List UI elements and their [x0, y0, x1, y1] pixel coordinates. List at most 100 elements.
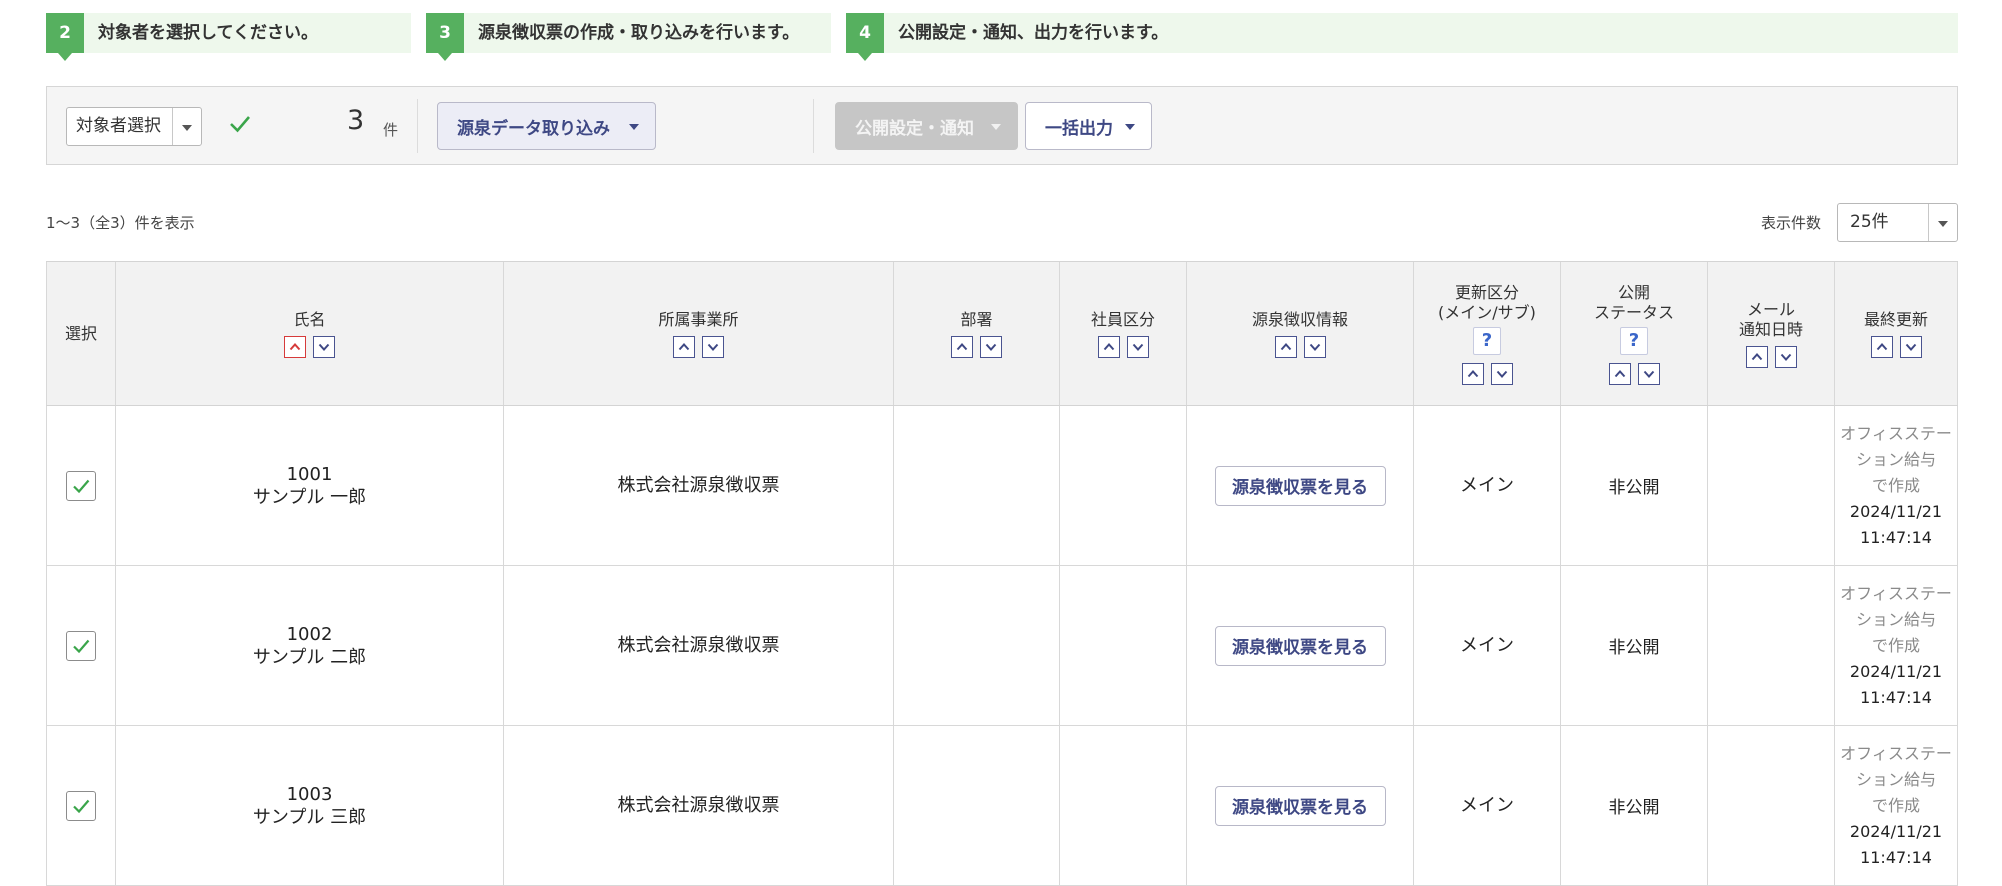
col-pub-status: 公開 ステータス ? — [1560, 262, 1707, 405]
sort-desc-button[interactable] — [1126, 335, 1149, 358]
chevron-down-icon — [1132, 343, 1143, 351]
emp-type-cell — [1059, 726, 1186, 885]
col-update-type: 更新区分 (メイン/サブ) ? — [1413, 262, 1560, 405]
import-data-button[interactable]: 源泉データ取り込み — [437, 102, 656, 150]
per-page-value: 25件 — [1850, 212, 1889, 232]
withholding-cell: 源泉徴収票を見る — [1186, 566, 1413, 725]
col-last-update-label: 最終更新 — [1863, 309, 1928, 329]
per-page-label: 表示件数 — [1761, 214, 1822, 232]
view-withholding-button[interactable]: 源泉徴収票を見る — [1214, 625, 1386, 666]
check-icon — [73, 479, 90, 493]
dept-cell — [893, 726, 1059, 885]
office-cell: 株式会社源泉徴収票 — [503, 406, 893, 565]
last-update-time: 11:47:14 — [1860, 687, 1932, 707]
sort-asc-button[interactable] — [1608, 362, 1631, 385]
update-type-cell: メイン — [1413, 406, 1560, 565]
status-cell: 非公開 — [1560, 726, 1707, 885]
dropdown-caret[interactable] — [172, 108, 201, 145]
col-select-label: 選択 — [64, 323, 97, 343]
chevron-down-icon — [1905, 343, 1916, 351]
bulk-export-button[interactable]: 一括出力 — [1025, 102, 1152, 150]
sort-asc-button[interactable] — [1274, 335, 1297, 358]
chevron-up-icon — [1614, 369, 1625, 377]
chevron-down-icon — [1643, 370, 1654, 378]
withholding-cell: 源泉徴収票を見る — [1186, 406, 1413, 565]
sort-asc-button[interactable] — [1461, 362, 1484, 385]
row-checkbox[interactable] — [66, 470, 96, 501]
sort-desc-button[interactable] — [702, 335, 724, 358]
office-name: 株式会社源泉徴収票 — [617, 475, 780, 496]
sort-desc-button[interactable] — [1490, 362, 1513, 385]
sort-desc-button[interactable] — [1637, 362, 1660, 385]
employee-id: 1003 — [286, 783, 333, 805]
sort-asc-button[interactable] — [1745, 345, 1768, 368]
table-row: 1002 サンプル 二郎 株式会社源泉徴収票 源泉徴収票を見る メイン 非公開 … — [46, 566, 1958, 726]
update-type-value: メイン — [1460, 795, 1514, 816]
result-count-text: 1～3（全3）件を表示 — [46, 214, 195, 232]
select-cell — [46, 566, 115, 725]
last-update-source-1: オフィスステー — [1840, 583, 1952, 603]
last-update-date: 2024/11/21 — [1849, 501, 1943, 521]
publish-settings-button[interactable]: 公開設定・通知 — [835, 102, 1018, 150]
last-update-source-2: ション給与 — [1855, 449, 1936, 469]
col-emp-type-label: 社員区分 — [1090, 309, 1155, 329]
step-4-number: 4 — [846, 13, 884, 61]
last-update-cell: オフィスステー ション給与 で作成 2024/11/21 11:47:14 — [1834, 406, 1958, 565]
view-withholding-button[interactable]: 源泉徴収票を見る — [1214, 785, 1386, 826]
col-name: 氏名 — [115, 262, 503, 405]
col-office: 所属事業所 — [503, 262, 893, 405]
row-checkbox[interactable] — [66, 790, 96, 821]
view-withholding-button[interactable]: 源泉徴収票を見る — [1214, 465, 1386, 506]
sort-asc-button[interactable] — [951, 335, 973, 358]
question-icon[interactable]: ? — [1473, 326, 1501, 355]
last-update-source-3: で作成 — [1871, 635, 1920, 655]
chevron-down-icon — [707, 343, 719, 351]
col-office-label: 所属事業所 — [658, 309, 739, 329]
table-row: 1001 サンプル 一郎 株式会社源泉徴収票 源泉徴収票を見る メイン 非公開 … — [46, 406, 1958, 566]
row-checkbox[interactable] — [66, 630, 96, 661]
last-update-source-3: で作成 — [1871, 795, 1920, 815]
col-withholding-label: 源泉徴収情報 — [1251, 309, 1348, 329]
per-page-select[interactable]: 25件 — [1837, 203, 1958, 242]
sort-asc-button[interactable] — [673, 335, 695, 358]
check-icon — [230, 116, 250, 133]
sort-asc-button[interactable] — [1870, 335, 1893, 358]
table-row: 1003 サンプル 三郎 株式会社源泉徴収票 源泉徴収票を見る メイン 非公開 … — [46, 726, 1958, 886]
step-4-text: 公開設定・通知、出力を行います。 — [898, 23, 1169, 43]
question-icon[interactable]: ? — [1620, 326, 1648, 355]
mail-cell — [1707, 566, 1834, 725]
step-2-number: 2 — [46, 13, 84, 61]
target-select-dropdown[interactable]: 対象者選択 — [66, 107, 202, 146]
sort-desc-button[interactable] — [1899, 335, 1922, 358]
update-type-value: メイン — [1460, 475, 1514, 496]
last-update-cell: オフィスステー ション給与 で作成 2024/11/21 11:47:14 — [1834, 566, 1958, 725]
status-value: 非公開 — [1608, 798, 1660, 818]
name-cell: 1003 サンプル 三郎 — [115, 726, 503, 885]
update-type-cell: メイン — [1413, 566, 1560, 725]
chevron-up-icon — [956, 342, 968, 350]
chevron-up-icon — [1751, 352, 1762, 360]
withholding-cell: 源泉徴収票を見る — [1186, 726, 1413, 885]
last-update-source-1: オフィスステー — [1840, 423, 1952, 443]
sort-desc-button[interactable] — [1303, 335, 1326, 358]
sort-desc-button[interactable] — [1774, 345, 1797, 368]
sort-asc-button[interactable] — [1097, 335, 1120, 358]
update-type-value: メイン — [1460, 635, 1514, 656]
col-select: 選択 — [46, 262, 115, 405]
dropdown-caret[interactable] — [1928, 204, 1957, 241]
sort-desc-button[interactable] — [980, 335, 1002, 358]
chevron-down-icon — [1309, 343, 1320, 351]
name-cell: 1002 サンプル 二郎 — [115, 566, 503, 725]
divider — [813, 99, 814, 153]
action-toolbar: 対象者選択 3 件 源泉データ取り込み 公開設定・通知 一括出力 — [46, 86, 1958, 165]
sort-desc-button[interactable] — [313, 335, 335, 358]
chevron-up-icon — [289, 342, 301, 350]
col-dept: 部署 — [893, 262, 1059, 405]
office-cell: 株式会社源泉徴収票 — [503, 566, 893, 725]
sort-asc-button[interactable] — [284, 335, 306, 358]
emp-type-cell — [1059, 406, 1186, 565]
office-name: 株式会社源泉徴収票 — [617, 635, 780, 656]
col-withholding: 源泉徴収情報 — [1186, 262, 1413, 405]
last-update-cell: オフィスステー ション給与 で作成 2024/11/21 11:47:14 — [1834, 726, 1958, 885]
chevron-up-icon — [1876, 342, 1887, 350]
